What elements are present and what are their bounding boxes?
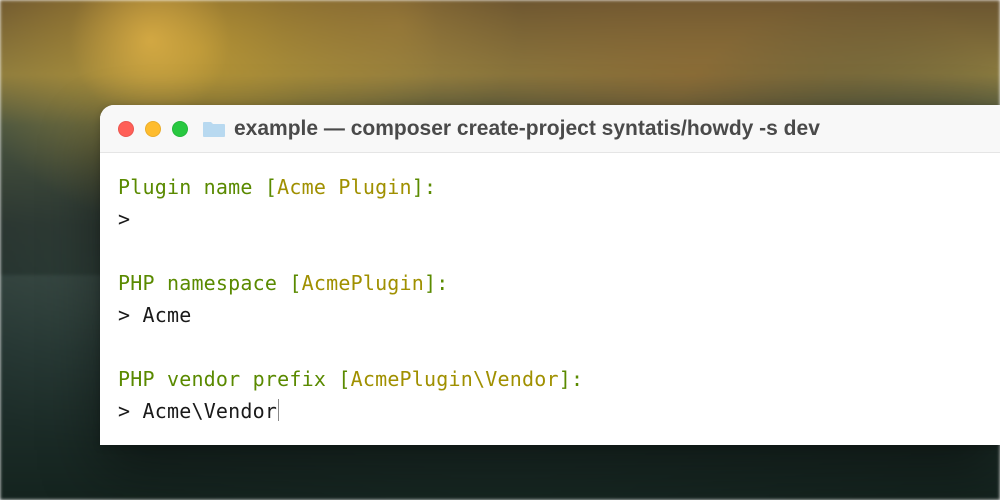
minimize-button[interactable] bbox=[145, 121, 161, 137]
prompt-line: Plugin name [Acme Plugin]: bbox=[118, 171, 982, 203]
answer-line: > Acme bbox=[118, 299, 982, 331]
terminal-window: example — composer create-project syntat… bbox=[100, 105, 1000, 445]
answer-text: Acme bbox=[142, 303, 191, 327]
window-title: example — composer create-project syntat… bbox=[234, 117, 820, 141]
answer-line: > Acme\Vendor bbox=[118, 395, 982, 427]
blank-line bbox=[118, 235, 982, 267]
prompt-label: Plugin name bbox=[118, 175, 253, 199]
prompt-default: Acme Plugin bbox=[277, 175, 412, 199]
prompt-line: PHP namespace [AcmePlugin]: bbox=[118, 267, 982, 299]
prompt-arrow: > bbox=[118, 207, 142, 231]
blank-line bbox=[118, 331, 982, 363]
maximize-button[interactable] bbox=[172, 121, 188, 137]
folder-icon bbox=[202, 119, 226, 139]
title-area: example — composer create-project syntat… bbox=[202, 117, 820, 141]
prompt-arrow: > bbox=[118, 303, 142, 327]
titlebar[interactable]: example — composer create-project syntat… bbox=[100, 105, 1000, 153]
prompt-default: AcmePlugin bbox=[302, 271, 424, 295]
terminal-body[interactable]: Plugin name [Acme Plugin]: > PHP namespa… bbox=[100, 153, 1000, 445]
prompt-label: PHP namespace bbox=[118, 271, 277, 295]
text-cursor bbox=[278, 399, 279, 421]
prompt-line: PHP vendor prefix [AcmePlugin\Vendor]: bbox=[118, 363, 982, 395]
prompt-arrow: > bbox=[118, 399, 142, 423]
answer-text: Acme\Vendor bbox=[142, 399, 277, 423]
traffic-lights bbox=[118, 121, 188, 137]
prompt-default: AcmePlugin\Vendor bbox=[351, 367, 559, 391]
close-button[interactable] bbox=[118, 121, 134, 137]
prompt-label: PHP vendor prefix bbox=[118, 367, 326, 391]
answer-line: > bbox=[118, 203, 982, 235]
